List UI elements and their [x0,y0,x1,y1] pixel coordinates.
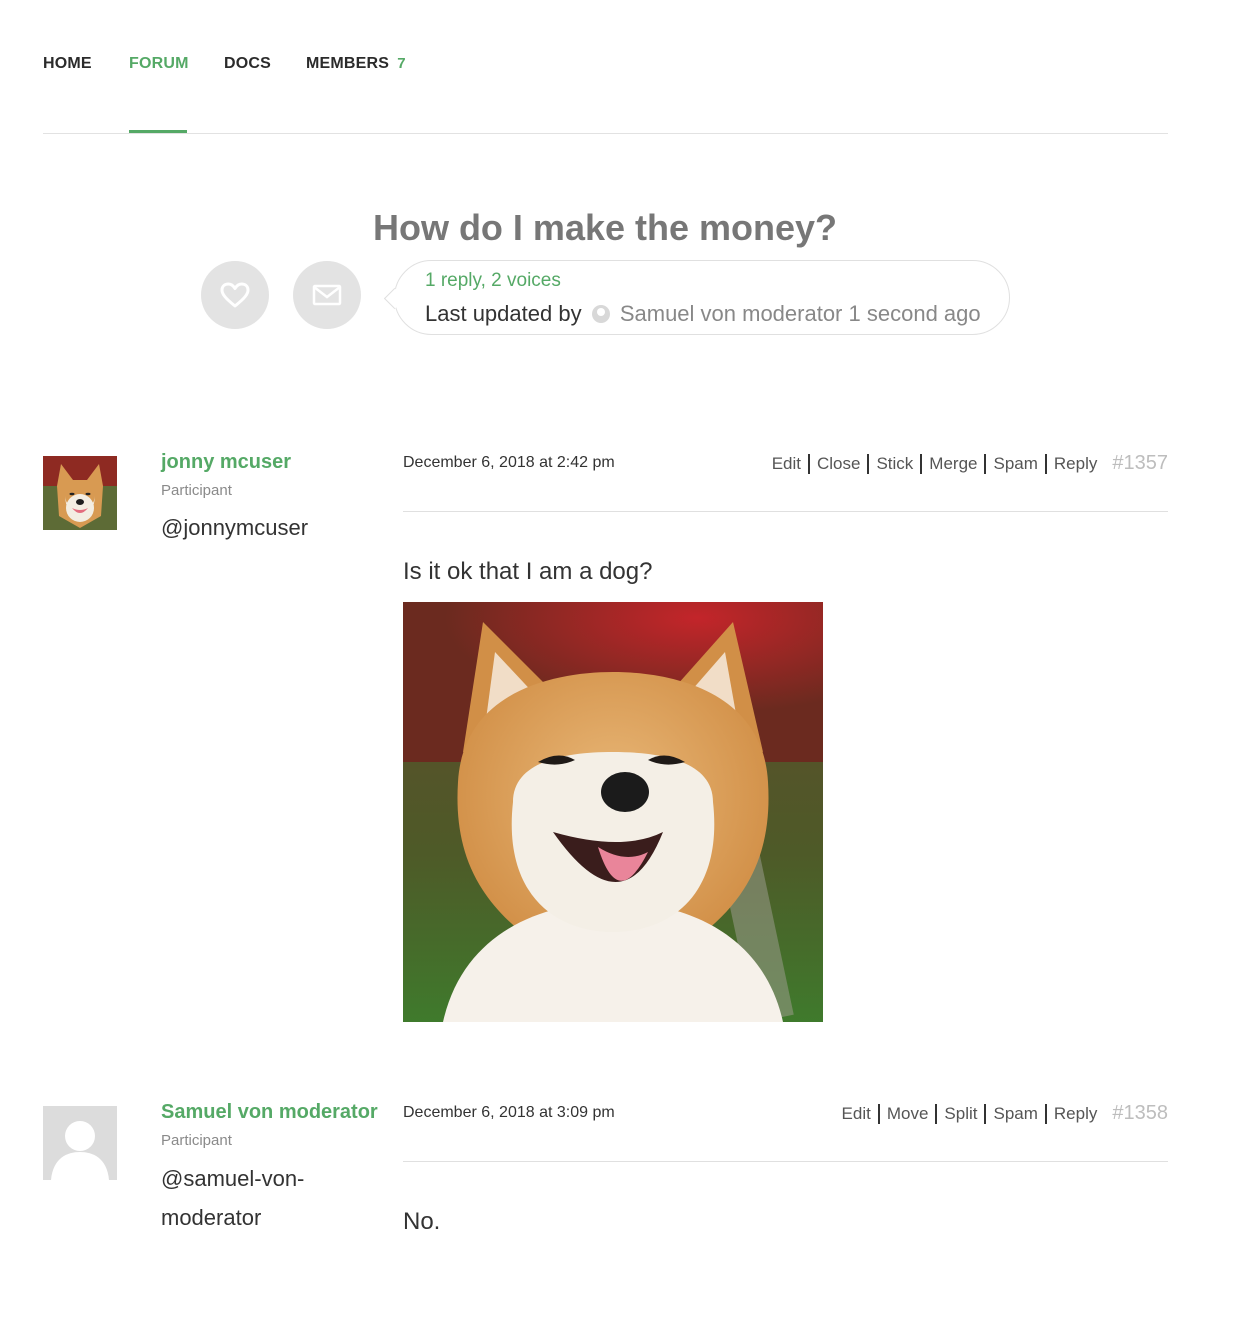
last-updated: Last updated by Samuel von moderator 1 s… [425,301,981,327]
nav-home[interactable]: HOME [43,55,92,73]
spam-link[interactable]: Spam [986,453,1047,474]
author-name-link[interactable]: jonny mcuser [161,451,291,474]
post-admin-links: Edit Move Split Spam Reply #1358 [835,1102,1168,1125]
spam-link[interactable]: Spam [986,1103,1047,1124]
favorite-button[interactable] [201,261,269,329]
post-permalink[interactable]: #1358 [1112,1102,1168,1125]
post-content: No. [403,1208,441,1235]
envelope-icon [312,284,342,306]
subscribe-button[interactable] [293,261,361,329]
avatar[interactable] [43,456,117,530]
shiba-inu-dog-photo [403,602,823,1022]
edit-link[interactable]: Edit [765,453,810,474]
topic-title: How do I make the money? [372,207,838,248]
post-image [403,602,823,1022]
split-link[interactable]: Split [937,1103,987,1124]
last-updated-time-link[interactable]: 1 second ago [849,301,981,326]
nav-forum[interactable]: FORUM [129,55,189,73]
topic-stats: 1 reply, 2 voices [425,270,561,291]
post-date: December 6, 2018 at 2:42 pm [403,454,615,471]
post-divider [403,1161,1168,1162]
close-link[interactable]: Close [810,453,870,474]
stick-link[interactable]: Stick [869,453,923,474]
author-handle: @jonnymcuser [161,515,309,540]
reply-link[interactable]: Reply [1047,454,1097,474]
topic-meta-bubble: 1 reply, 2 voices Last updated by Samuel… [394,260,1010,335]
post-date: December 6, 2018 at 3:09 pm [403,1104,615,1121]
heart-icon [220,282,250,308]
author-name-link[interactable]: Samuel von moderator [161,1101,378,1124]
nav-members[interactable]: MEMBERS 7 [306,55,406,73]
user-avatar-icon [591,305,610,323]
nav-members-label: MEMBERS [306,55,390,72]
edit-link[interactable]: Edit [835,1103,880,1124]
nav-docs[interactable]: DOCS [224,55,271,73]
default-user-silhouette-icon [43,1106,117,1180]
shiba-inu-dog-photo [43,456,117,530]
post-permalink[interactable]: #1357 [1112,452,1168,475]
active-tab-indicator [129,130,187,133]
merge-link[interactable]: Merge [922,453,987,474]
last-updated-user-link[interactable]: Samuel von moderator [620,301,843,326]
move-link[interactable]: Move [880,1103,938,1124]
main-nav: HOME FORUM DOCS MEMBERS 7 [43,0,1168,134]
author-handle: @samuel-von-moderator [161,1166,305,1230]
members-count-badge: 7 [397,55,406,72]
last-updated-label: Last updated by [425,301,582,326]
post-content: Is it ok that I am a dog? [403,558,653,585]
post-divider [403,511,1168,512]
reply-link[interactable]: Reply [1047,1104,1097,1124]
post-admin-links: Edit Close Stick Merge Spam Reply #1357 [765,452,1168,475]
avatar[interactable] [43,1106,117,1180]
author-role: Participant [161,482,232,499]
author-role: Participant [161,1132,232,1149]
